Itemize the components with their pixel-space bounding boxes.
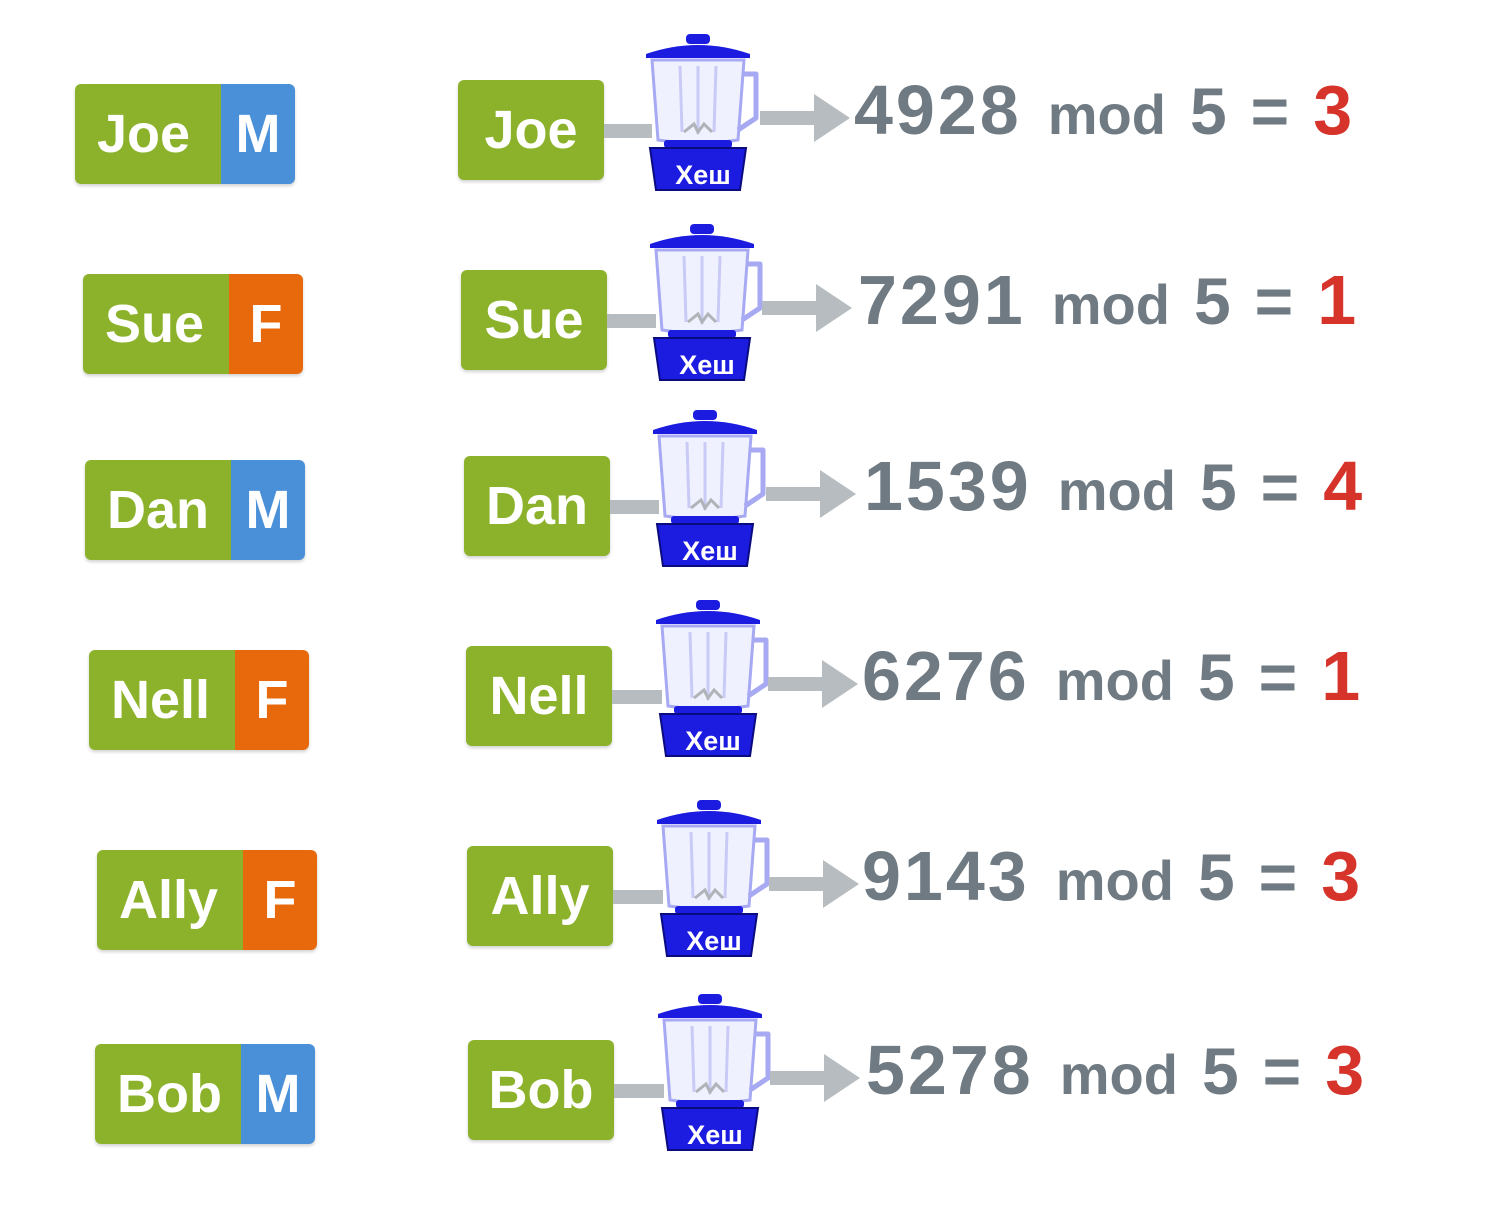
hash-value: 7291 (858, 261, 1026, 339)
record-box: Dan M (85, 460, 305, 560)
arrow-right-icon (769, 856, 861, 912)
hash-function: Хеш (640, 222, 764, 382)
record-name: Dan (85, 460, 231, 560)
formula: 6276 mod 5 = 1 (862, 636, 1360, 746)
arrow-right-icon (766, 466, 858, 522)
hash-function: Хеш (643, 408, 767, 568)
bucket-result: 3 (1321, 837, 1361, 915)
equals-sign: = (1258, 640, 1298, 714)
arrow-right-icon (762, 280, 854, 336)
bucket-result: 3 (1313, 71, 1353, 149)
record-gender: M (221, 84, 295, 184)
hash-label: Хеш (685, 726, 741, 756)
mod-operator: mod (1051, 273, 1170, 336)
record-name: Joe (75, 84, 221, 184)
bucket-result: 1 (1317, 261, 1357, 339)
record-name: Ally (97, 850, 243, 950)
record-box: Nell F (89, 650, 309, 750)
hash-value: 6276 (862, 637, 1030, 715)
hash-key: Bob (468, 1040, 614, 1140)
hash-label: Хеш (687, 1120, 743, 1150)
hash-value: 5278 (866, 1031, 1034, 1109)
hash-row: Ally F Ally Хеш 9143 mod 5 = 3 (0, 798, 1504, 988)
hash-key: Dan (464, 456, 610, 556)
equals-sign: = (1262, 1034, 1302, 1108)
arrow-right-icon (760, 90, 852, 146)
hash-label: Хеш (679, 350, 735, 380)
hash-row: Nell F Nell Хеш 6276 mod 5 = 1 (0, 598, 1504, 788)
hash-function: Хеш (647, 798, 771, 958)
hash-function: Хеш (646, 598, 770, 758)
hash-label: Хеш (675, 160, 731, 190)
hash-label: Хеш (686, 926, 742, 956)
hash-value: 9143 (862, 837, 1030, 915)
record-gender: F (243, 850, 317, 950)
record-gender: F (235, 650, 309, 750)
bucket-result: 1 (1321, 637, 1361, 715)
hash-row: Bob M Bob Хеш 5278 mod 5 = 3 (0, 992, 1504, 1182)
hash-key: Joe (458, 80, 604, 180)
divisor: 5 (1193, 264, 1231, 338)
hash-row: Joe M Joe Хеш 4928 mod 5 = 3 (0, 32, 1504, 222)
hash-function: Хеш (636, 32, 760, 192)
divisor: 5 (1199, 450, 1237, 524)
equals-sign: = (1250, 74, 1290, 148)
record-name: Sue (83, 274, 229, 374)
equals-sign: = (1254, 264, 1294, 338)
arrow-right-icon (768, 656, 860, 712)
equals-sign: = (1258, 840, 1298, 914)
mod-operator: mod (1047, 83, 1166, 146)
hash-row: Dan M Dan Хеш 1539 mod 5 = 4 (0, 408, 1504, 598)
hash-key: Ally (467, 846, 613, 946)
record-gender: M (241, 1044, 315, 1144)
record-name: Bob (95, 1044, 241, 1144)
hash-key: Nell (466, 646, 612, 746)
arrow-right-icon (770, 1050, 862, 1106)
formula: 9143 mod 5 = 3 (862, 836, 1360, 946)
formula: 1539 mod 5 = 4 (864, 446, 1362, 556)
record-gender: M (231, 460, 305, 560)
bucket-result: 4 (1323, 447, 1363, 525)
record-name: Nell (89, 650, 235, 750)
hash-key: Sue (461, 270, 607, 370)
mod-operator: mod (1059, 1043, 1178, 1106)
hash-label: Хеш (682, 536, 738, 566)
divisor: 5 (1197, 840, 1235, 914)
bucket-result: 3 (1325, 1031, 1365, 1109)
record-gender: F (229, 274, 303, 374)
hash-value: 1539 (864, 447, 1032, 525)
mod-operator: mod (1055, 849, 1174, 912)
mod-operator: mod (1055, 649, 1174, 712)
record-box: Joe M (75, 84, 295, 184)
hash-value: 4928 (854, 71, 1022, 149)
mod-operator: mod (1057, 459, 1176, 522)
formula: 7291 mod 5 = 1 (858, 260, 1356, 370)
divisor: 5 (1201, 1034, 1239, 1108)
record-box: Ally F (97, 850, 317, 950)
hash-function: Хеш (648, 992, 772, 1152)
formula: 5278 mod 5 = 3 (866, 1030, 1364, 1140)
equals-sign: = (1260, 450, 1300, 524)
formula: 4928 mod 5 = 3 (854, 70, 1352, 180)
record-box: Sue F (83, 274, 303, 374)
hash-row: Sue F Sue Хеш 7291 mod 5 = 1 (0, 222, 1504, 412)
divisor: 5 (1197, 640, 1235, 714)
record-box: Bob M (95, 1044, 315, 1144)
divisor: 5 (1189, 74, 1227, 148)
